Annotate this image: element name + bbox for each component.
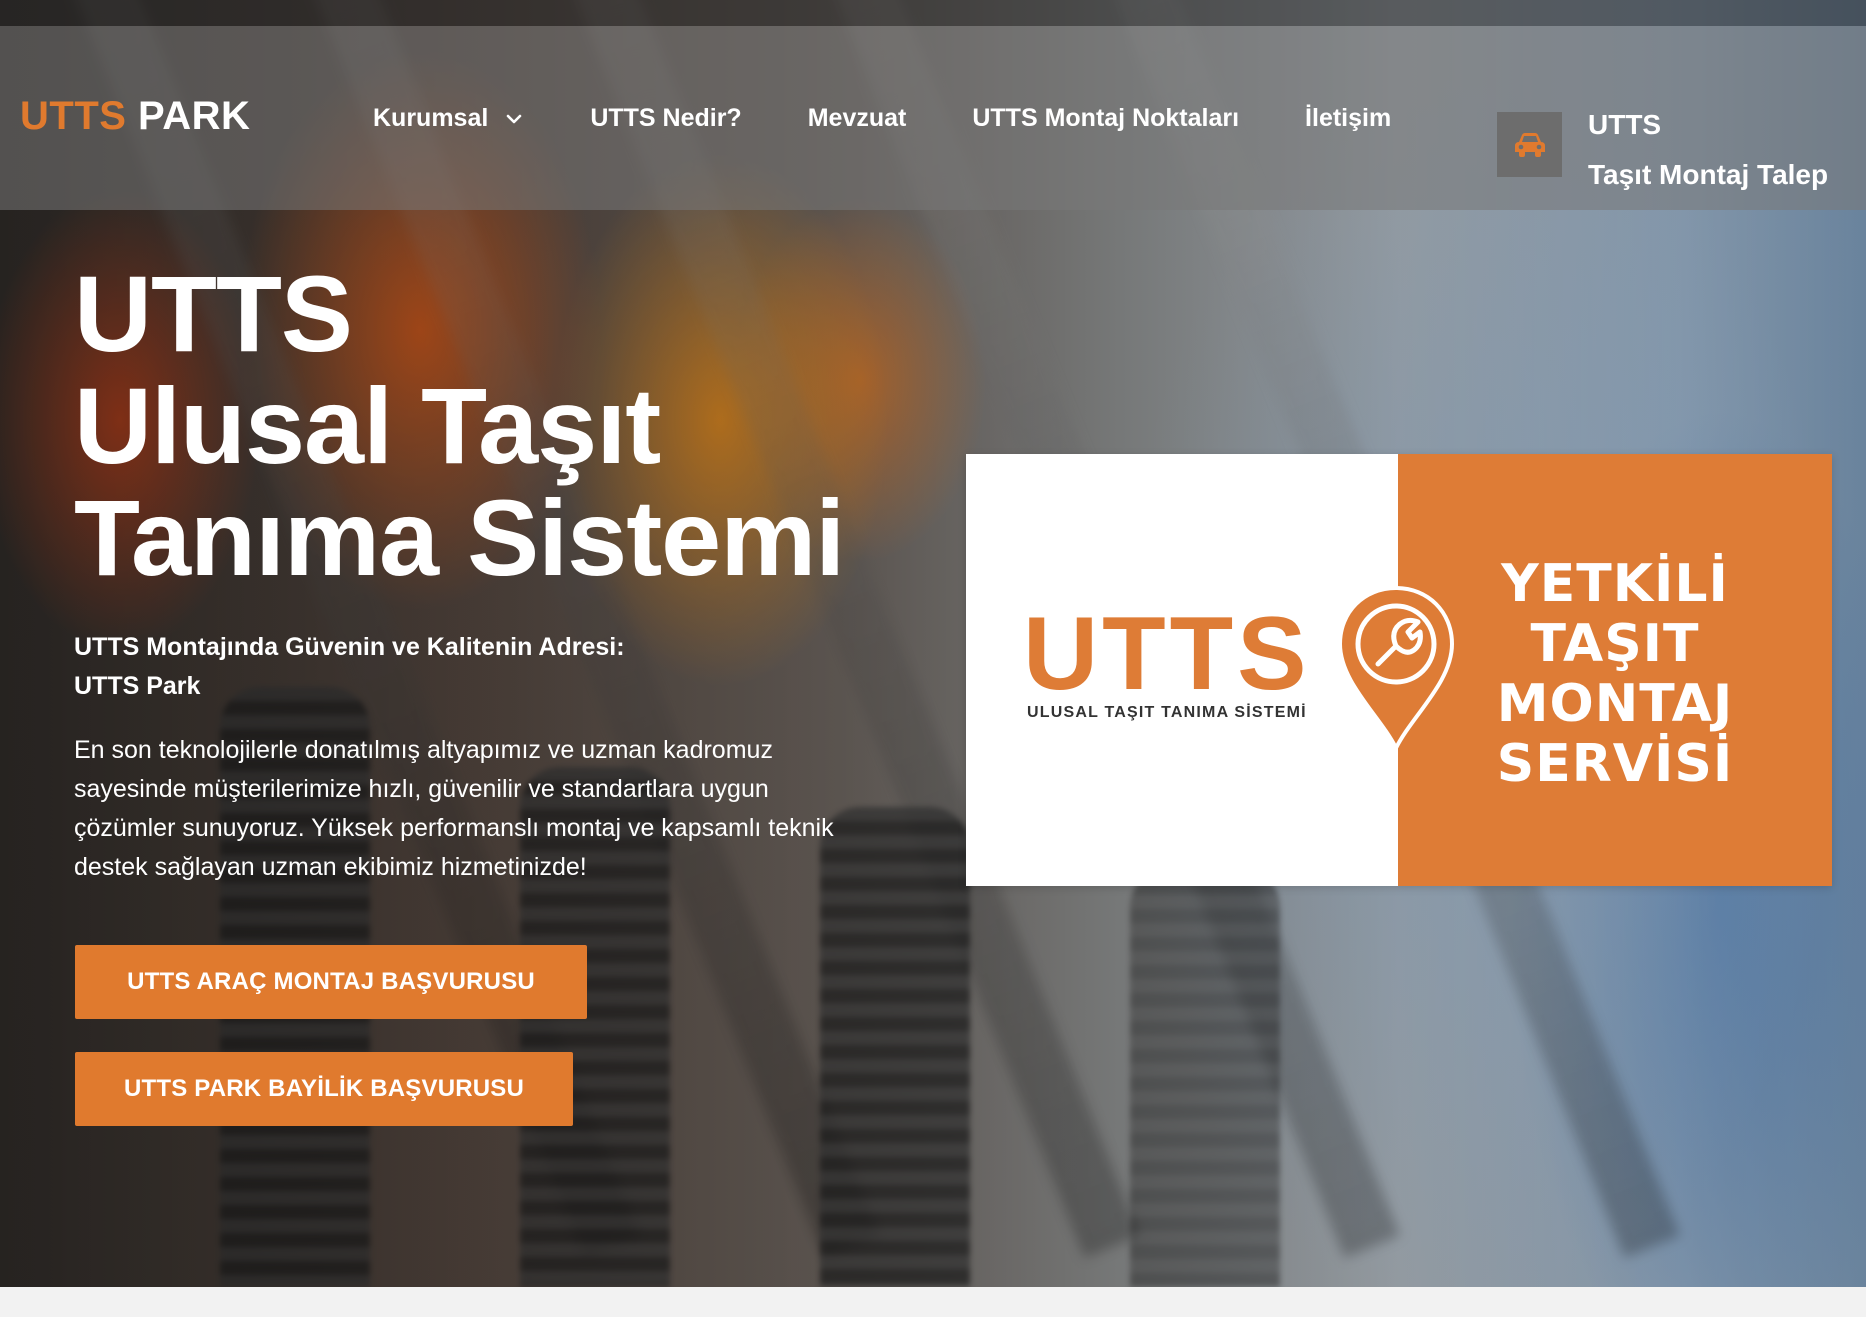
hero-title-line-1: UTTS [74,253,353,374]
nav-item-mevzuat[interactable]: Mevzuat [808,104,907,133]
arac-montaj-basvurusu-button[interactable]: UTTS ARAÇ MONTAJ BAŞVURUSU [75,945,587,1019]
hero-title: UTTS Ulusal Taşıt Tanıma Sistemi [74,253,845,598]
brand-card: UTTS ULUSAL TAŞIT TANIMA SİSTEMİ YETKİLİ… [966,454,1832,886]
slogan-line-4: SERVİSİ [1496,734,1734,794]
hero-subtitle: UTTS Montajında Güvenin ve Kalitenin Adr… [74,628,625,706]
next-section-edge [0,1287,1866,1317]
hero-title-line-3: Tanıma Sistemi [74,477,845,598]
logo-text-park: PARK [126,94,251,138]
car-icon [1514,132,1545,157]
main-nav: Kurumsal UTTS Nedir? Mevzuat UTTS Montaj… [373,104,1391,133]
brand-logo-subtext: ULUSAL TAŞIT TANIMA SİSTEMİ [1027,704,1307,721]
brand-slogan: YETKİLİ TAŞIT MONTAJ SERVİSİ [1398,554,1832,794]
top-strip [0,0,1866,26]
nav-item-label: İletişim [1305,104,1392,132]
slogan-line-2: TAŞIT [1530,614,1700,674]
nav-item-iletisim[interactable]: İletişim [1305,104,1391,133]
site-header: UTTS PARK Kurumsal UTTS Nedir? Mevzuat U… [0,26,1866,210]
nav-item-label: Mevzuat [807,104,907,132]
nav-item-montaj-noktalari[interactable]: UTTS Montaj Noktaları [972,104,1239,133]
slogan-line-1: YETKİLİ [1501,554,1729,614]
brand-logo-text: UTTS [1023,596,1311,712]
site-logo[interactable]: UTTS PARK [20,94,250,139]
logo-text-utts: UTTS [20,94,127,138]
montaj-talep-icon-box[interactable] [1497,112,1562,177]
nav-item-label: UTTS Nedir? [590,104,742,132]
slogan-line-3: MONTAJ [1496,674,1734,734]
nav-item-kurumsal[interactable]: Kurumsal [373,104,524,133]
hero-subtitle-line-2: UTTS Park [74,672,201,700]
brand-card-slogan-panel: YETKİLİ TAŞIT MONTAJ SERVİSİ [1398,454,1832,886]
nav-item-label: UTTS Montaj Noktaları [972,104,1240,132]
hero-paragraph: En son teknolojilerle donatılmış altyapı… [74,736,834,881]
hero-subtitle-line-1: UTTS Montajında Güvenin ve Kalitenin Adr… [74,633,625,661]
hero-title-line-2: Ulusal Taşıt [74,365,661,486]
nav-item-label: Kurumsal [373,104,489,132]
chevron-down-icon [507,114,522,123]
cta-line-1: UTTS [1588,109,1662,140]
montaj-talep-link[interactable]: UTTS Taşıt Montaj Talep [1588,100,1828,200]
cta-line-2: Taşıt Montaj Talep [1588,159,1829,190]
wrench-pin-icon [1337,585,1455,752]
bayilik-basvurusu-button[interactable]: UTTS PARK BAYİLİK BAŞVURUSU [75,1052,573,1126]
nav-item-utts-nedir[interactable]: UTTS Nedir? [590,104,741,133]
